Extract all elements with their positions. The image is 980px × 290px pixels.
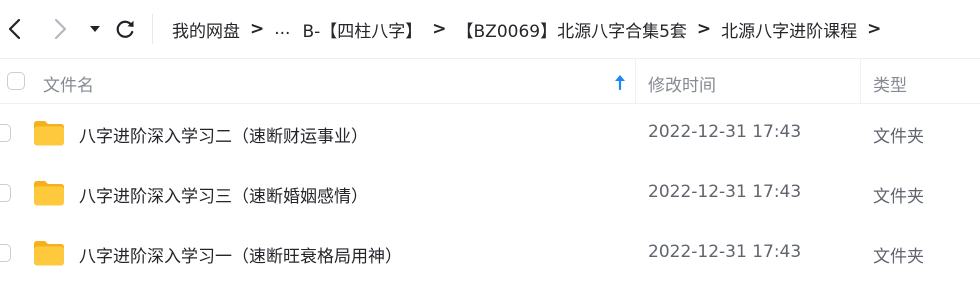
file-name: 八字进阶深入学习三（速断婚姻感情）	[79, 187, 368, 207]
column-divider[interactable]	[860, 59, 861, 104]
caret-down-icon	[90, 26, 100, 32]
column-header-name[interactable]: 文件名	[43, 71, 94, 96]
refresh-icon	[116, 20, 134, 38]
file-modified-time: 2022-12-31 17:43	[648, 242, 802, 262]
file-name: 八字进阶深入学习二（速断财运事业）	[79, 127, 368, 147]
breadcrumb: 我的网盘 > ... B-【四柱八字】 > 【BZ0069】北源八字合集5套 >…	[172, 15, 891, 43]
file-modified-time: 2022-12-31 17:43	[648, 122, 802, 142]
column-header-type[interactable]: 类型	[873, 71, 907, 96]
breadcrumb-ellipsis[interactable]: ...	[274, 19, 290, 39]
refresh-button[interactable]	[110, 14, 140, 44]
breadcrumb-separator: >	[250, 19, 265, 39]
file-list-header: 文件名 修改时间 类型	[0, 58, 980, 104]
breadcrumb-item-root[interactable]: 我的网盘	[172, 17, 240, 42]
forward-button[interactable]	[45, 14, 75, 44]
file-type: 文件夹	[873, 247, 924, 267]
file-row[interactable]: 八字进阶深入学习三（速断婚姻感情） 2022-12-31 17:43 文件夹	[0, 164, 980, 224]
folder-icon	[34, 181, 64, 206]
chevron-left-icon	[8, 18, 21, 40]
back-button[interactable]	[0, 14, 30, 44]
row-checkbox[interactable]	[0, 184, 11, 202]
file-type: 文件夹	[873, 127, 924, 147]
breadcrumb-separator: >	[432, 19, 447, 39]
breadcrumb-separator: >	[867, 19, 882, 39]
chevron-right-icon	[54, 18, 67, 40]
folder-icon	[34, 121, 64, 146]
row-checkbox[interactable]	[0, 124, 11, 142]
file-name: 八字进阶深入学习一（速断旺衰格局用神）	[79, 247, 402, 267]
breadcrumb-separator: >	[696, 19, 712, 39]
breadcrumb-item-sizhu[interactable]: B-【四柱八字】	[302, 17, 422, 42]
select-all-checkbox[interactable]	[7, 72, 25, 90]
breadcrumb-item-current[interactable]: 北源八字进阶课程	[721, 17, 857, 42]
row-checkbox[interactable]	[0, 244, 11, 262]
file-modified-time: 2022-12-31 17:43	[648, 182, 802, 202]
history-dropdown-button[interactable]	[80, 14, 110, 44]
file-row[interactable]: 八字进阶深入学习二（速断财运事业） 2022-12-31 17:43 文件夹	[0, 104, 980, 164]
file-row[interactable]: 八字进阶深入学习一（速断旺衰格局用神） 2022-12-31 17:43 文件夹	[0, 224, 980, 284]
toolbar-divider	[152, 14, 153, 44]
folder-icon	[34, 241, 64, 266]
column-header-modified[interactable]: 修改时间	[648, 71, 716, 96]
file-type: 文件夹	[873, 187, 924, 207]
breadcrumb-item-bz0069[interactable]: 【BZ0069】北源八字合集5套	[457, 17, 687, 42]
toolbar: 我的网盘 > ... B-【四柱八字】 > 【BZ0069】北源八字合集5套 >…	[0, 0, 980, 58]
column-divider[interactable]	[635, 59, 636, 104]
arrow-up-icon[interactable]	[612, 72, 628, 92]
